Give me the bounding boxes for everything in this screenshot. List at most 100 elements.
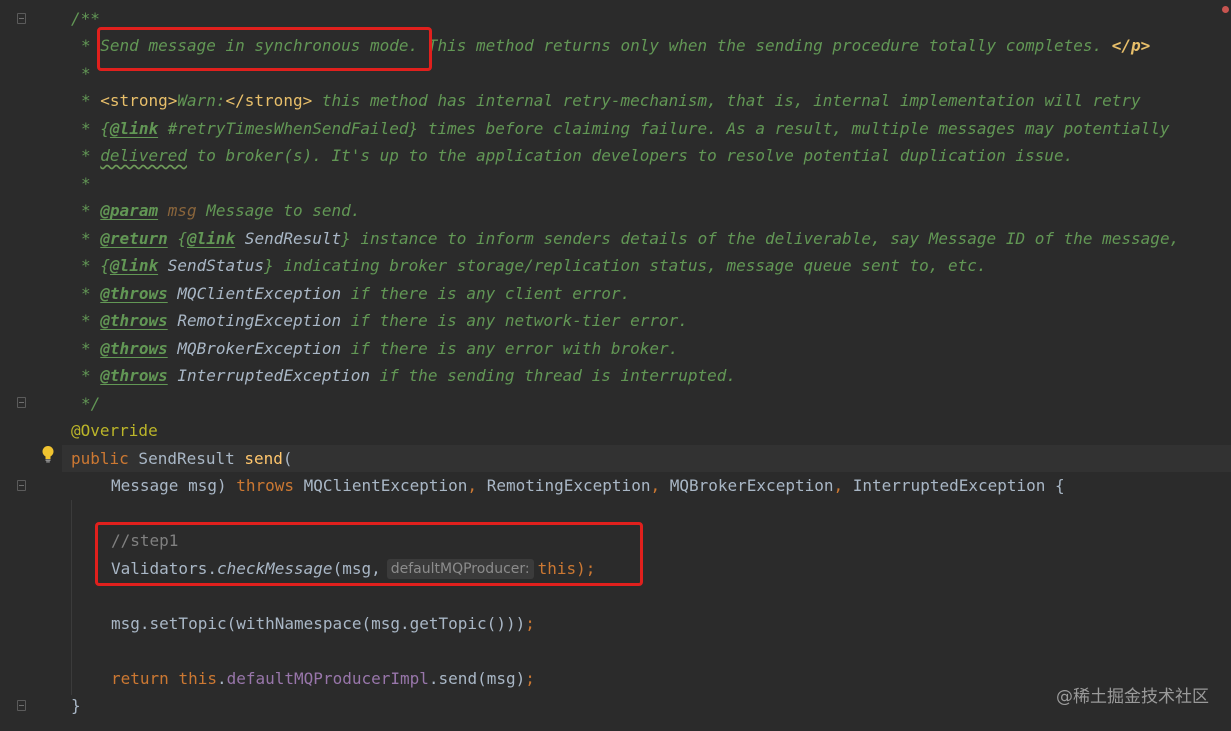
code-editor[interactable]: /** * Send message in synchronous mode. … [0, 0, 1231, 731]
closing-brace: } [71, 696, 81, 715]
doc-tag[interactable]: @throws [100, 339, 167, 358]
doc-text: indicating broker storage/replication st… [273, 256, 987, 275]
doc-text: This method returns only when the sendin… [418, 36, 1112, 55]
doc-class-ref[interactable]: InterruptedException [168, 366, 370, 385]
doc-line: * [81, 60, 91, 87]
doc-tag[interactable]: @link [110, 256, 158, 275]
fold-marker-icon[interactable] [17, 13, 26, 24]
indent-guide [71, 500, 72, 695]
doc-tag[interactable]: @throws [100, 366, 167, 385]
doc-line: * <strong>Warn:</strong> this method has… [81, 87, 1141, 114]
paren: ( [282, 449, 293, 468]
doc-star: * [81, 284, 91, 303]
doc-line: * @throws InterruptedException if the se… [81, 362, 736, 389]
doc-text: if the sending thread is interrupted. [370, 366, 737, 385]
doc-space [168, 229, 178, 248]
doc-star: * [81, 91, 91, 110]
set-topic-call[interactable]: msg.setTopic(withNamespace(msg.getTopic(… [111, 614, 525, 633]
comma: , [650, 476, 661, 495]
semicolon: ; [525, 669, 535, 688]
doc-brace: { [100, 256, 110, 275]
doc-text: to broker(s). It's up to the application… [186, 146, 1074, 165]
comma: , [833, 476, 844, 495]
doc-brace: { [100, 119, 110, 138]
method-params: Message msg) [111, 476, 237, 495]
doc-star: * [81, 229, 91, 248]
doc-text: if there is any client error. [341, 284, 631, 303]
code-line: public SendResult send( [71, 445, 293, 472]
doc-line: * {@link SendStatus} indicating broker s… [81, 252, 987, 279]
doc-param-name: msg [158, 201, 197, 220]
doc-text: instance to inform senders details of th… [350, 229, 1180, 248]
doc-comment-open: /** [71, 9, 100, 28]
keyword-this: this [178, 669, 217, 688]
exception-type[interactable]: MQClientException [294, 476, 468, 495]
keyword-throws: throws [236, 476, 295, 495]
doc-tag[interactable]: @throws [100, 311, 167, 330]
doc-html-tag: </p> [1111, 36, 1151, 55]
fold-marker-icon[interactable] [17, 480, 26, 491]
watermark: @稀土掘金技术社区 [1056, 687, 1209, 707]
fold-marker-icon[interactable] [17, 700, 26, 711]
doc-line: * @throws MQBrokerException if there is … [81, 335, 678, 362]
doc-brace: { [177, 229, 187, 248]
doc-class-ref[interactable]: SendStatus [158, 256, 264, 275]
doc-tag[interactable]: @param [100, 201, 158, 220]
doc-star: * [81, 201, 91, 220]
method-name[interactable]: send [244, 449, 283, 468]
doc-star: * [81, 339, 91, 358]
doc-line: * [81, 170, 91, 197]
exception-type[interactable]: InterruptedException [843, 476, 1046, 495]
return-type[interactable]: SendResult [129, 449, 245, 468]
override-annotation[interactable]: @Override [71, 421, 158, 440]
code-line: @Override [71, 417, 158, 444]
doc-text: Warn: [177, 91, 226, 110]
highlight-box-sync-mode [97, 27, 432, 71]
doc-text: if there is any network-tier error. [341, 311, 688, 330]
doc-tag[interactable]: @return [100, 229, 167, 248]
highlight-box-step1 [95, 522, 643, 586]
doc-line: * @param msg Message to send. [81, 197, 360, 224]
doc-star: * [81, 366, 91, 385]
typo-word[interactable]: delivered [100, 146, 187, 165]
code-line: return this.defaultMQProducerImpl.send(m… [111, 665, 535, 692]
doc-brace: } [408, 119, 419, 138]
doc-tag[interactable]: @link [110, 119, 158, 138]
doc-text: Message to send. [196, 201, 361, 220]
doc-class-ref[interactable]: MQBrokerException [168, 339, 341, 358]
code-line: } [71, 692, 81, 719]
doc-text: times before claiming failure. As a resu… [418, 119, 1170, 138]
fold-marker-icon[interactable] [17, 397, 26, 408]
doc-line: * @throws RemotingException if there is … [81, 307, 688, 334]
doc-tag[interactable]: @throws [100, 284, 167, 303]
doc-html-tag: </strong> [225, 91, 313, 110]
error-stripe-icon[interactable] [1222, 6, 1229, 13]
send-call[interactable]: .send(msg) [429, 669, 525, 688]
doc-text: #retryTimesWhenSendFailed [158, 119, 409, 138]
doc-class-ref[interactable]: MQClientException [168, 284, 341, 303]
doc-class-ref[interactable]: RemotingException [168, 311, 341, 330]
doc-text: this method has internal retry-mechanism… [312, 91, 1141, 110]
lightbulb-icon[interactable] [41, 445, 55, 463]
dot: . [216, 669, 227, 688]
doc-brace: } [341, 229, 351, 248]
field-ref[interactable]: defaultMQProducerImpl [227, 669, 429, 688]
comma: , [467, 476, 478, 495]
code-line: msg.setTopic(withNamespace(msg.getTopic(… [111, 610, 535, 637]
doc-class-ref[interactable]: SendResult [235, 229, 341, 248]
doc-close: */ [81, 394, 101, 413]
doc-star: * [81, 311, 91, 330]
doc-tag[interactable]: @link [187, 229, 235, 248]
doc-star: * [81, 256, 91, 275]
doc-line: * {@link #retryTimesWhenSendFailed} time… [81, 115, 1170, 142]
doc-html-tag: <strong> [100, 91, 178, 110]
exception-type[interactable]: MQBrokerException [660, 476, 834, 495]
doc-line: * delivered to broker(s). It's up to the… [81, 142, 1073, 169]
brace: { [1045, 476, 1065, 495]
doc-star: * [81, 146, 91, 165]
exception-type[interactable]: RemotingException [477, 476, 651, 495]
doc-star: * [81, 64, 91, 83]
doc-star: * [81, 174, 91, 193]
keyword-public: public [71, 449, 129, 468]
